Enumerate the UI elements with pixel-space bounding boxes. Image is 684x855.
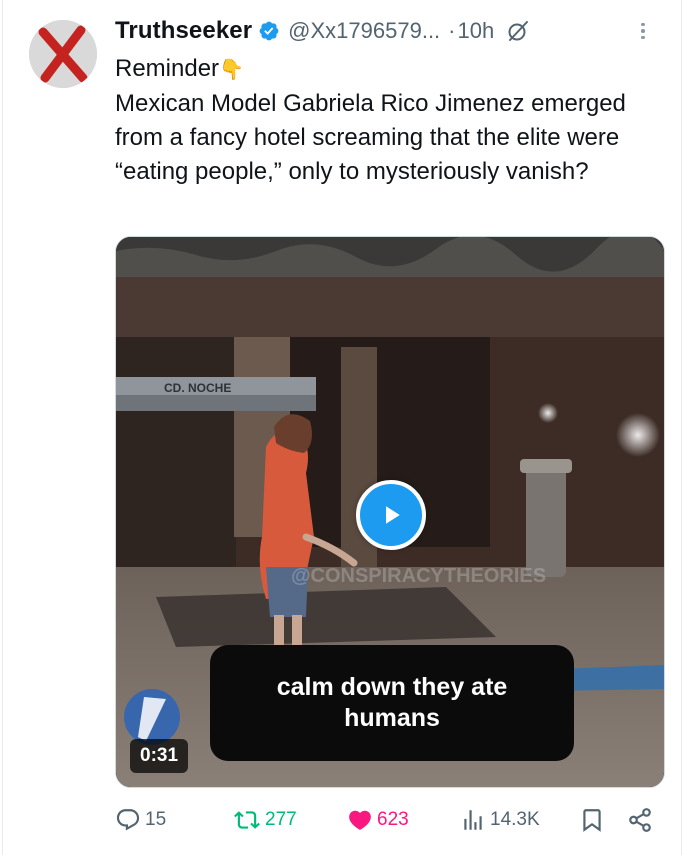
bookmark-icon [583,809,601,832]
reminder-text: Reminder [115,55,220,82]
more-icon[interactable] [631,18,655,44]
retweet-button[interactable]: 277 [233,800,297,840]
timestamp[interactable]: 10h [458,18,495,44]
like-button[interactable]: 623 [347,800,409,840]
reply-button[interactable]: 15 [115,800,166,840]
grok-icon[interactable] [506,19,530,43]
display-name[interactable]: Truthseeker [115,17,252,45]
share-icon [629,808,651,832]
tweet-header: Truthseeker @Xx1796579... · 10h [115,14,655,48]
reply-icon [116,809,140,831]
video-caption: calm down they ate humans [210,645,574,761]
heart-icon [349,810,371,830]
time-separator: · [448,18,456,43]
action-bar: 15 277 623 14.3K [115,800,655,840]
video-player[interactable]: CD. NOCHE @CONSPIRACYTHEORIES calm down … [115,236,665,788]
video-watermark: @CONSPIRACYTHEORIES [291,565,546,587]
avatar[interactable] [29,20,97,88]
retweet-count: 277 [265,809,297,830]
sign-text: CD. NOCHE [164,381,231,395]
bookmark-button[interactable] [579,800,605,840]
verified-badge-icon[interactable] [258,20,280,42]
tweet-text: Reminder👇 Mexican Model Gabriela Rico Ji… [115,52,660,189]
point-down-emoji: 👇 [219,59,244,81]
share-button[interactable] [627,800,653,840]
retweet-icon [234,811,260,829]
play-icon [386,506,400,524]
video-caption-text: calm down they ate humans [276,673,508,732]
views-icon [464,810,482,830]
like-count: 623 [377,809,409,830]
tweet-card[interactable]: Truthseeker @Xx1796579... · 10h Reminder… [2,0,682,855]
video-duration: 0:31 [130,739,189,773]
avatar-x-icon [29,20,97,88]
tweet-line-reminder: Reminder👇 [115,52,660,87]
play-button[interactable] [356,480,426,550]
reply-count: 15 [145,809,167,830]
views-count: 14.3K [490,809,540,830]
tweet-line-body: Mexican Model Gabriela Rico Jimenez emer… [115,90,626,185]
handle[interactable]: @Xx1796579... [288,18,440,44]
views-button[interactable]: 14.3K [460,800,540,840]
